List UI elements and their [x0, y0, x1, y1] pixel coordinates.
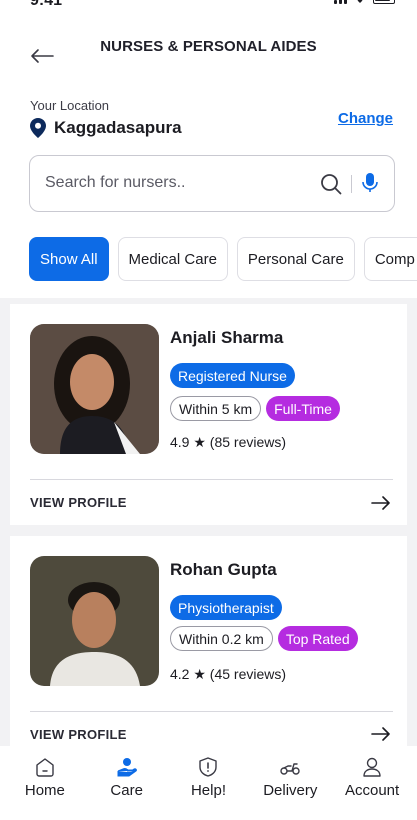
badge-row: Physiotherapist: [170, 595, 282, 620]
filter-chip-personal-care[interactable]: Personal Care: [236, 237, 355, 281]
nav-label: Care: [110, 782, 143, 799]
scooter-icon: [280, 763, 300, 775]
location-row: Kaggadasapura: [30, 118, 182, 138]
status-time: 9:41: [30, 0, 63, 9]
rating-text: 4.9 ★ (85 reviews): [170, 434, 287, 450]
arrow-right-icon[interactable]: [371, 727, 391, 741]
nav-item-help[interactable]: Help!: [168, 746, 248, 820]
caregiver-card[interactable]: Rohan Gupta Physiotherapist Within 0.2 k…: [10, 536, 407, 746]
nav-label: Delivery: [263, 782, 318, 799]
location-pin-icon: [30, 118, 46, 138]
location-name: Kaggadasapura: [54, 118, 182, 137]
badge-row: Registered Nurse: [170, 363, 295, 388]
caregiver-name: Rohan Gupta: [170, 560, 277, 579]
card-divider: [30, 711, 393, 712]
care-hand-icon: [117, 758, 137, 777]
nav-item-delivery[interactable]: Delivery: [250, 746, 330, 820]
nav-item-account[interactable]: Account: [332, 746, 412, 820]
location-caption: Your Location: [30, 98, 110, 113]
change-location-link[interactable]: Change: [338, 110, 393, 127]
caregiver-card[interactable]: Anjali Sharma Registered Nurse Within 5 …: [10, 304, 407, 525]
microphone-icon[interactable]: [360, 172, 380, 194]
page-title: NURSES & PERSONAL AIDES: [100, 38, 317, 55]
status-bar: 9:41: [0, 0, 417, 18]
battery-icon: [373, 0, 395, 4]
nav-label: Account: [344, 782, 400, 799]
bottom-nav: Home Care Help! Delivery Account: [0, 746, 417, 820]
wifi-icon: [357, 0, 363, 3]
status-icons: [334, 0, 395, 4]
filter-chips: Show All Medical Care Personal Care Comp: [29, 237, 417, 281]
filter-chip-medical-care[interactable]: Medical Care: [117, 237, 228, 281]
signal-icon: [334, 0, 347, 4]
role-badge: Physiotherapist: [170, 595, 282, 620]
role-badge: Registered Nurse: [170, 363, 295, 388]
badge-row: Within 0.2 km Top Rated: [170, 626, 358, 651]
caregiver-name: Anjali Sharma: [170, 328, 284, 347]
home-icon: [36, 758, 54, 777]
alert-shield-icon: [199, 757, 218, 777]
header-section: NURSES & PERSONAL AIDES Your Location Ka…: [0, 18, 417, 298]
filter-chip-show-all[interactable]: Show All: [29, 237, 109, 281]
search-box: [29, 155, 395, 212]
caregiver-photo: [30, 324, 159, 454]
tag-badge: Full-Time: [266, 396, 340, 421]
search-divider: [351, 175, 352, 193]
view-profile-link[interactable]: VIEW PROFILE: [30, 495, 127, 510]
view-profile-link[interactable]: VIEW PROFILE: [30, 727, 127, 742]
nav-label: Help!: [190, 782, 226, 799]
badge-row: Within 5 km Full-Time: [170, 396, 340, 421]
card-divider: [30, 479, 393, 480]
distance-badge: Within 5 km: [170, 396, 262, 421]
search-icon[interactable]: [320, 173, 342, 195]
arrow-right-icon[interactable]: [371, 496, 391, 510]
nav-item-care[interactable]: Care: [87, 746, 167, 820]
nav-label: Home: [24, 782, 65, 799]
distance-badge: Within 0.2 km: [170, 626, 273, 651]
filter-chip-comp[interactable]: Comp: [363, 237, 417, 281]
nav-item-home[interactable]: Home: [5, 746, 85, 820]
tag-badge: Top Rated: [277, 626, 358, 651]
search-input[interactable]: [45, 174, 295, 192]
caregiver-photo: [30, 556, 159, 686]
rating-text: 4.2 ★ (45 reviews): [170, 666, 287, 682]
person-icon: [363, 757, 381, 777]
